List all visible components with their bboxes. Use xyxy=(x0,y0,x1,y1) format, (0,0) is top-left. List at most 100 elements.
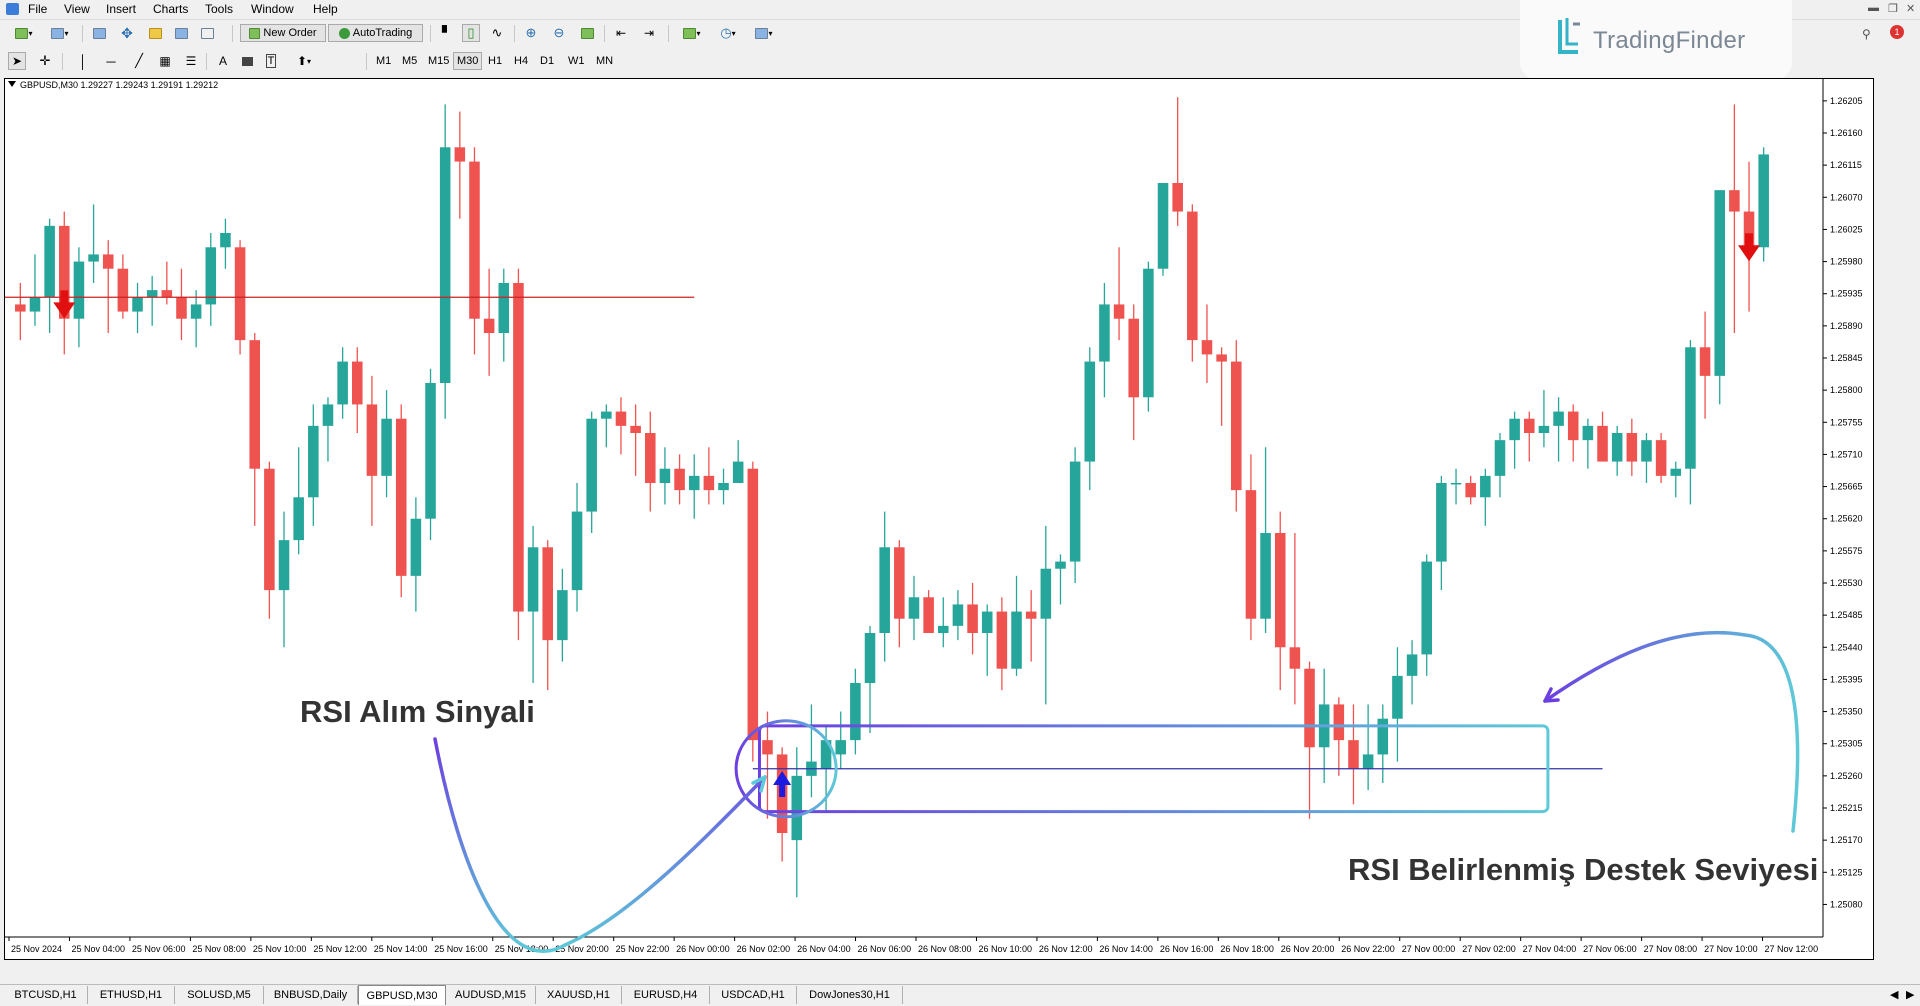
chart-window[interactable]: 1.26205 1.26160 1.26115 1.26070 1.26025 1.259… xyxy=(4,78,1874,960)
tradingfinder-logo-icon xyxy=(1558,18,1580,54)
menu-tools[interactable]: Tools xyxy=(205,2,233,16)
tester-button[interactable] xyxy=(198,24,216,42)
candle-body xyxy=(425,383,436,519)
arrows-icon: ⬆ xyxy=(296,54,308,68)
candle-body xyxy=(381,418,392,476)
menu-charts[interactable]: Charts xyxy=(153,2,188,16)
crosshair-icon: ✛ xyxy=(39,53,51,68)
auto-scroll-button[interactable]: ⇥ xyxy=(640,24,658,42)
rectangle-button[interactable] xyxy=(238,52,256,70)
text-label-button[interactable]: T xyxy=(262,52,280,70)
time-tick-label: 27 Nov 02:00 xyxy=(1462,944,1516,954)
bar-chart-button[interactable]: ▘ xyxy=(438,24,456,42)
candlestick-button[interactable]: ▯ xyxy=(462,24,480,42)
tab-eurusd-h4[interactable]: EURUSD,H4 xyxy=(622,986,710,1004)
menu-window[interactable]: Window xyxy=(251,2,294,16)
buy-signal-pointer-arrow xyxy=(433,737,767,953)
candle-body xyxy=(1362,754,1374,769)
candle-body xyxy=(1099,304,1110,362)
market-watch-button[interactable] xyxy=(90,24,108,42)
time-tick-label: 27 Nov 00:00 xyxy=(1402,944,1456,954)
tab-scroll-left-icon[interactable]: ◀ xyxy=(1890,988,1898,1001)
chart-shift-button[interactable]: ⇤ xyxy=(612,24,630,42)
time-tick-label: 25 Nov 2024 xyxy=(11,944,62,954)
sell-arrow-icon xyxy=(1738,233,1761,262)
candle-body xyxy=(1641,440,1652,462)
menu-file[interactable]: File xyxy=(28,2,47,16)
navigator-button[interactable] xyxy=(146,24,164,42)
tf-m30[interactable]: M30 xyxy=(453,52,483,70)
tf-h4[interactable]: H4 xyxy=(510,52,532,70)
candle-body xyxy=(322,404,334,426)
notification-badge-icon[interactable]: 1 xyxy=(1890,25,1904,39)
time-tick-label: 27 Nov 08:00 xyxy=(1644,944,1698,954)
new-chart-button[interactable]: ▾ xyxy=(8,24,40,42)
fibonacci-button[interactable]: ☰ xyxy=(182,52,200,70)
candle-body xyxy=(1392,675,1403,719)
cursor-icon: ➤ xyxy=(11,54,23,68)
text-label-icon: T xyxy=(265,54,277,68)
terminal-button[interactable] xyxy=(172,24,190,42)
text-icon: A xyxy=(218,54,227,68)
tf-m15[interactable]: M15 xyxy=(424,52,453,70)
restore-icon[interactable]: ❐ xyxy=(1888,2,1898,15)
rectangle-icon xyxy=(241,56,253,66)
tab-audusd-m15[interactable]: AUDUSD,M15 xyxy=(446,986,536,1004)
candle-body xyxy=(732,461,744,483)
tab-solusd-m5[interactable]: SOLUSD,M5 xyxy=(175,986,264,1004)
bar-chart-icon: ▘ xyxy=(442,25,452,40)
tile-windows-button[interactable] xyxy=(578,24,596,42)
tab-gbpusd-m30[interactable]: GBPUSD,M30 xyxy=(358,985,446,1005)
tab-btcusd-h1[interactable]: BTCUSD,H1 xyxy=(4,986,88,1004)
templates-button[interactable]: ▾ xyxy=(748,24,780,42)
cursor-button[interactable]: ➤ xyxy=(8,52,26,70)
candle-body xyxy=(1494,440,1506,476)
candle-body xyxy=(1714,190,1725,376)
channel-button[interactable]: ▦ xyxy=(156,52,174,70)
crosshair-button[interactable]: ✛ xyxy=(36,52,54,70)
candle-body xyxy=(1421,561,1432,655)
autotrading-button[interactable]: AutoTrading xyxy=(328,24,423,42)
tab-scroll-right-icon[interactable]: ▶ xyxy=(1906,988,1914,1001)
arrows-button[interactable]: ⬆ ▾ xyxy=(288,52,320,70)
data-window-button[interactable]: ✥ xyxy=(118,24,136,42)
indicators-button[interactable]: ▾ xyxy=(676,24,708,42)
zoom-out-button[interactable]: ⊖ xyxy=(550,24,568,42)
candlestick-chart[interactable]: 1.26205 1.26160 1.26115 1.26070 1.26025 1.259… xyxy=(5,79,1873,959)
time-tick-label: 26 Nov 22:00 xyxy=(1341,944,1395,954)
tf-w1[interactable]: W1 xyxy=(564,52,589,70)
menu-help[interactable]: Help xyxy=(313,2,338,16)
tab-bnbusd-daily[interactable]: BNBUSD,Daily xyxy=(264,986,358,1004)
line-chart-button[interactable]: ∿ xyxy=(488,24,506,42)
search-icon[interactable]: ⚲ xyxy=(1862,27,1871,41)
candle-body xyxy=(102,254,114,269)
vertical-line-button[interactable]: │ xyxy=(74,52,92,70)
candle-body xyxy=(688,475,700,491)
tf-m1[interactable]: M1 xyxy=(372,52,395,70)
candle-body xyxy=(527,547,539,612)
minimize-icon[interactable]: ▬ xyxy=(1868,2,1879,14)
new-order-button[interactable]: New Order xyxy=(240,24,326,42)
tab-dowjones30-h1[interactable]: DowJones30,H1 xyxy=(797,986,903,1004)
time-tick-label: 25 Nov 06:00 xyxy=(132,944,186,954)
zoom-in-button[interactable]: ⊕ xyxy=(522,24,540,42)
tf-mn[interactable]: MN xyxy=(592,52,617,70)
tab-xauusd-h1[interactable]: XAUUSD,H1 xyxy=(536,986,622,1004)
tab-ethusd-h1[interactable]: ETHUSD,H1 xyxy=(88,986,175,1004)
tf-m5[interactable]: M5 xyxy=(398,52,421,70)
profiles-button[interactable]: ▾ xyxy=(44,24,76,42)
tf-h1[interactable]: H1 xyxy=(484,52,506,70)
close-icon[interactable]: ✕ xyxy=(1906,2,1915,15)
auto-scroll-icon: ⇥ xyxy=(643,26,655,40)
candle-body xyxy=(1524,418,1535,433)
tf-d1[interactable]: D1 xyxy=(536,52,558,70)
text-button[interactable]: A xyxy=(214,52,232,70)
trendline-button[interactable]: ╱ xyxy=(130,52,148,70)
price-tick-label: 1.25440 xyxy=(1830,642,1863,652)
tab-usdcad-h1[interactable]: USDCAD,H1 xyxy=(710,986,797,1004)
menu-view[interactable]: View xyxy=(64,2,90,16)
horizontal-line-button[interactable]: ─ xyxy=(102,52,120,70)
periods-button[interactable]: ◷ ▾ xyxy=(712,24,744,42)
time-tick-label: 26 Nov 06:00 xyxy=(858,944,912,954)
menu-insert[interactable]: Insert xyxy=(106,2,136,16)
